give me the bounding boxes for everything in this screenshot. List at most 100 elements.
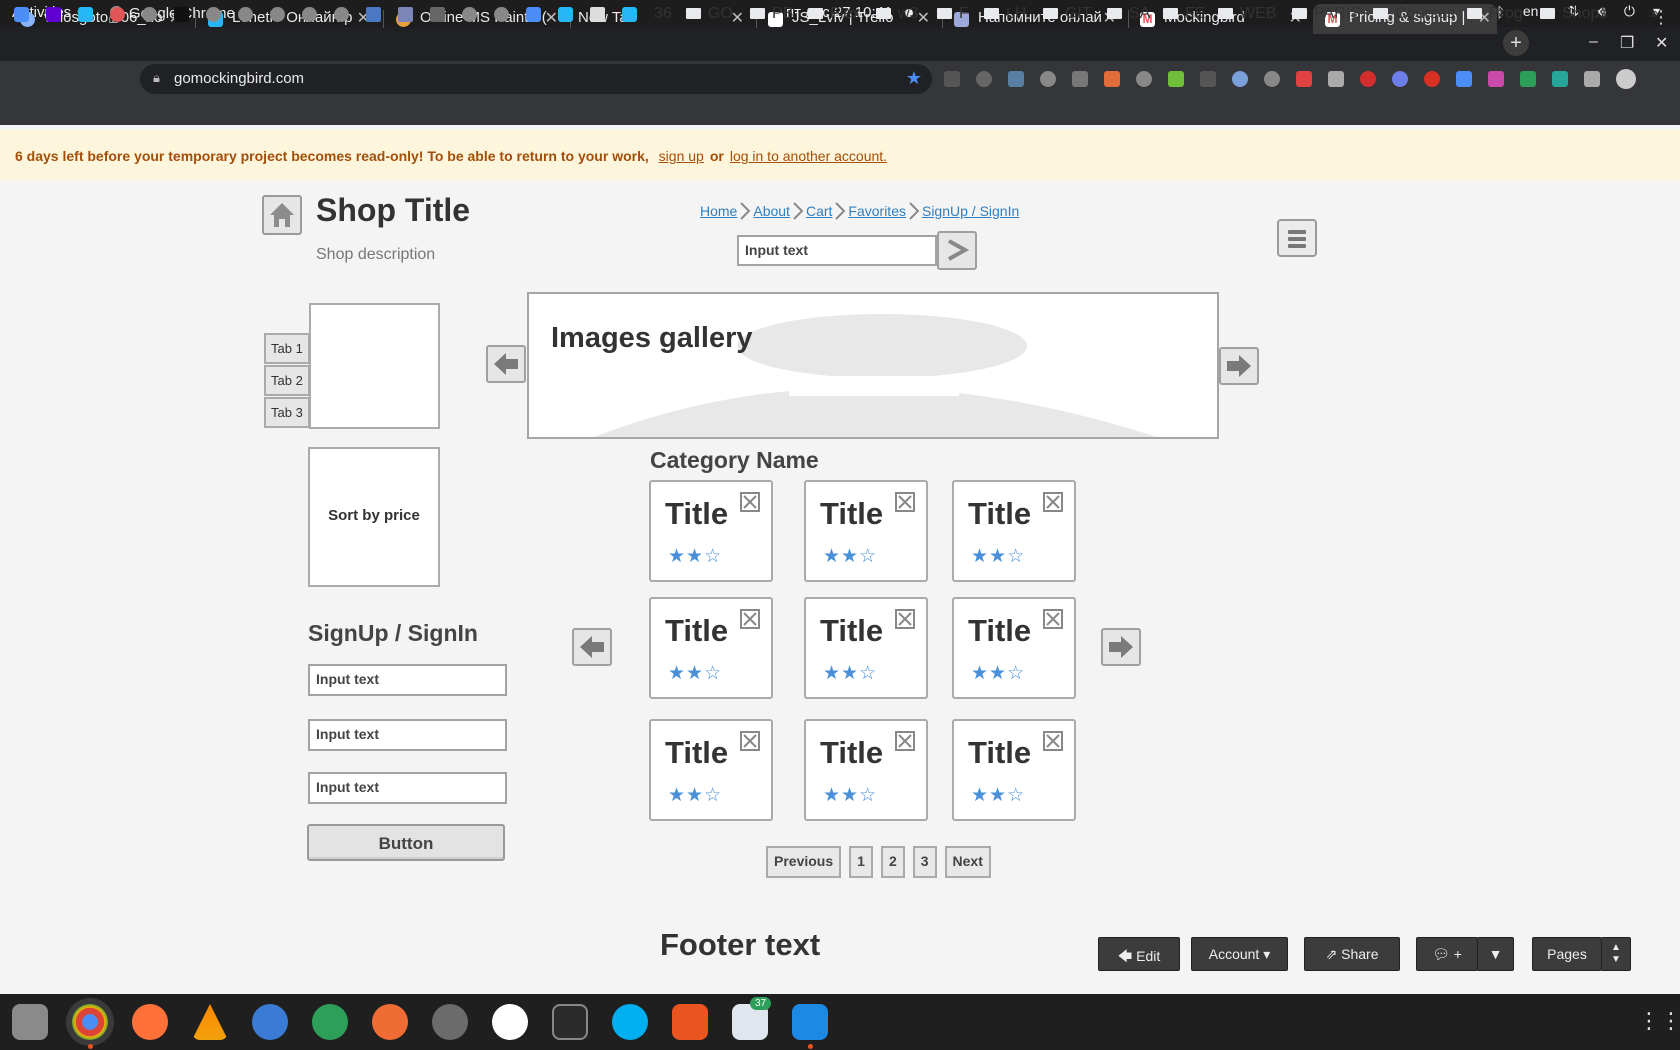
search-icon[interactable] (590, 7, 605, 22)
pagination-next[interactable]: Next (944, 846, 991, 878)
close-window-icon[interactable]: ✕ (1655, 33, 1668, 53)
tab-3-item[interactable]: Tab 3 (264, 397, 310, 428)
globe-icon[interactable] (462, 7, 477, 22)
bookmark-icon[interactable] (366, 7, 381, 22)
extension-icon[interactable] (1264, 71, 1280, 87)
postman-icon[interactable] (372, 1004, 408, 1040)
amazon-icon[interactable] (492, 1004, 528, 1040)
tab-1-item[interactable]: Tab 1 (264, 333, 310, 364)
php-icon[interactable] (398, 7, 413, 22)
bookmark-folder-web[interactable]: WEB (1218, 5, 1276, 23)
tab-0[interactable]: volosgoto / 06_no✕ (8, 4, 188, 34)
extension-icon[interactable] (1424, 71, 1440, 87)
close-icon[interactable]: ✕ (545, 8, 558, 28)
bookmark-folder-courses[interactable]: Courses (1373, 5, 1455, 23)
extension-icon[interactable] (1232, 71, 1248, 87)
globe-icon[interactable] (270, 7, 285, 22)
extension-icon[interactable] (1072, 71, 1088, 87)
files-icon[interactable] (12, 1004, 48, 1040)
search-input[interactable]: Input text (737, 235, 937, 266)
add-comment-button[interactable]: 💬︎ + (1416, 937, 1478, 971)
extension-icon[interactable] (1168, 71, 1184, 87)
software-center-icon[interactable] (672, 1004, 708, 1040)
tab-2-item[interactable]: Tab 2 (264, 365, 310, 396)
globe-icon[interactable] (206, 7, 221, 22)
share-button[interactable]: ⇗ Share (1304, 937, 1400, 971)
rocket-icon[interactable] (312, 1004, 348, 1040)
bookmark-folder-fe[interactable]: FE (1163, 5, 1205, 23)
skype-icon[interactable] (612, 1004, 648, 1040)
extension-icon[interactable] (1136, 71, 1152, 87)
pages-button[interactable]: Pages (1532, 937, 1602, 971)
avatar[interactable] (1616, 69, 1636, 89)
product-card[interactable]: Title ★★☆ (649, 480, 773, 582)
edit-button[interactable]: 🡄 Edit (1098, 937, 1180, 971)
globe-icon[interactable] (142, 7, 157, 22)
monitor-icon[interactable] (552, 1004, 588, 1040)
pagination-previous[interactable]: Previous (766, 846, 842, 878)
power-icon[interactable]: ⏻ (1624, 3, 1635, 20)
extension-icon[interactable] (944, 71, 960, 87)
chrome-icon[interactable] (72, 1004, 108, 1040)
bookmark-folder-go[interactable]: GO (686, 5, 733, 23)
login-link[interactable]: log in to another account. (730, 148, 887, 164)
signup-input-1[interactable]: Input text (308, 664, 507, 696)
extension-icon[interactable] (1200, 71, 1216, 87)
breadcrumb-about[interactable]: About (753, 203, 790, 219)
gallery-next-button[interactable] (1219, 347, 1259, 385)
bookmark-folder-flex[interactable]: Flex (808, 5, 860, 23)
tab-1[interactable]: Loneti - Онлайн р ✕ (196, 4, 376, 34)
home-icon[interactable] (262, 195, 302, 235)
globe-icon[interactable] (302, 7, 317, 22)
yahoo-icon[interactable] (46, 7, 61, 22)
minimize-icon[interactable]: – (1589, 33, 1598, 51)
maximize-icon[interactable]: ❐ (1620, 33, 1634, 53)
bookmark-icon[interactable] (622, 7, 637, 22)
breadcrumb-signup[interactable]: SignUp / SignIn (922, 203, 1019, 219)
sort-by-price-panel[interactable]: Sort by price (308, 447, 440, 587)
breadcrumb-favorites[interactable]: Favorites (848, 203, 906, 219)
bookmark-folder-f[interactable]: F (937, 5, 969, 23)
bookmark-icon[interactable] (526, 7, 541, 22)
extension-icon[interactable] (1488, 71, 1504, 87)
bookmark-star-icon[interactable]: ★ (906, 68, 922, 89)
product-card[interactable]: Title ★★☆ (952, 719, 1076, 821)
product-card[interactable]: Title ★★☆ (804, 480, 928, 582)
bookmark-icon[interactable] (14, 7, 29, 22)
product-card[interactable]: Title ★★☆ (649, 597, 773, 699)
lock-icon[interactable]: 🔒︎ (153, 70, 160, 86)
signup-input-2[interactable]: Input text (308, 719, 507, 751)
products-next-button[interactable] (1101, 628, 1141, 666)
adblock-icon[interactable] (1360, 71, 1376, 87)
product-card[interactable]: Title ★★☆ (649, 719, 773, 821)
bookmark-folder-git[interactable]: GIT (1043, 5, 1092, 23)
new-tab-button[interactable]: + (1503, 30, 1529, 56)
bookmark-folder-lh[interactable]: LH (984, 5, 1026, 23)
puzzle-icon[interactable] (1584, 71, 1600, 87)
extension-icon[interactable] (1456, 71, 1472, 87)
address-bar[interactable]: 🔒︎ gomockingbird.com ★ (140, 64, 932, 94)
show-apps-grid-icon[interactable]: ⋮⋮ (1638, 1008, 1680, 1034)
extension-icon[interactable] (1552, 71, 1568, 87)
pages-stepper[interactable]: ▲ ▼ (1601, 937, 1631, 971)
bookmark-icon[interactable] (78, 7, 93, 22)
bookmark-icon[interactable] (110, 7, 125, 22)
extension-icon[interactable] (1520, 71, 1536, 87)
tab-5[interactable]: Напомните онлай✕ (942, 4, 1122, 34)
product-card[interactable]: Title ★★☆ (952, 480, 1076, 582)
product-card[interactable]: Title ★★☆ (952, 597, 1076, 699)
vscode-icon[interactable] (792, 1004, 828, 1040)
dou-icon[interactable] (174, 7, 189, 22)
bookmark-folder-prog[interactable]: Prog (1467, 5, 1523, 23)
extension-icon[interactable] (1104, 71, 1120, 87)
bookmark-folder-sa[interactable]: SA (1107, 5, 1150, 23)
bookmark-icon[interactable] (558, 7, 573, 22)
firefox-icon[interactable] (132, 1004, 168, 1040)
close-icon[interactable]: ✕ (917, 8, 930, 28)
pagination-page-2[interactable]: 2 (880, 846, 905, 878)
pagination-page-3[interactable]: 3 (912, 846, 937, 878)
account-menu-button[interactable]: Account ▾ (1191, 937, 1288, 971)
thunderbird-icon[interactable] (252, 1004, 288, 1040)
bookmark-icon[interactable] (430, 7, 445, 22)
pagination-page-1[interactable]: 1 (849, 846, 873, 878)
